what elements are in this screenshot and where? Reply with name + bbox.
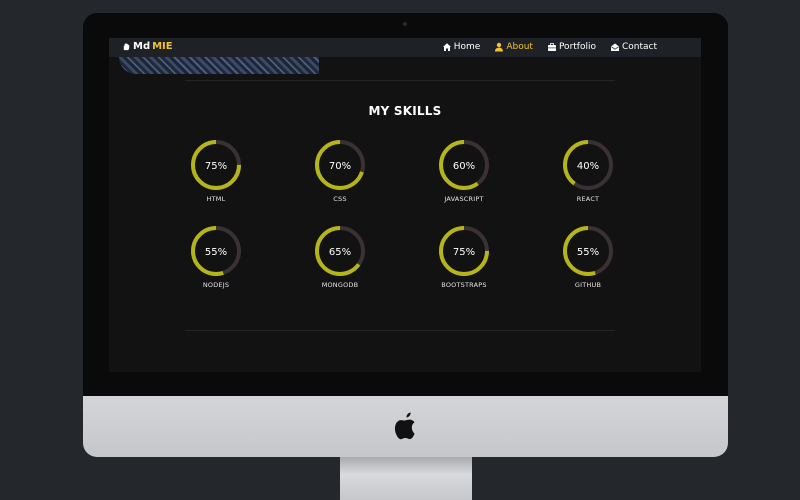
brand-accent: MIE: [152, 41, 173, 52]
skill-item: 55% GITHUB: [543, 224, 633, 289]
hand-icon: [123, 43, 130, 51]
nav-portfolio-label: Portfolio: [558, 42, 596, 52]
skill-name: MONGODB: [321, 281, 359, 289]
skill-percent: 40%: [577, 161, 599, 172]
skill-name: NODEJS: [202, 281, 230, 289]
camera-dot: [403, 22, 407, 26]
user-icon: [495, 42, 504, 52]
skill-percent: 65%: [329, 247, 351, 258]
imac-chin: [83, 396, 728, 457]
skill-name: JAVASCRIPT: [444, 195, 484, 203]
briefcase-icon: [547, 43, 556, 51]
skill-item: 70% CSS: [295, 138, 385, 203]
skill-name: HTML: [206, 195, 226, 203]
skill-ring: 55%: [191, 226, 241, 276]
envelope-icon: [610, 43, 619, 51]
skill-name: REACT: [576, 195, 600, 203]
apple-logo-icon: [394, 412, 415, 440]
skill-percent: 55%: [577, 247, 599, 258]
nav-about[interactable]: About: [494, 42, 533, 52]
nav-portfolio[interactable]: Portfolio: [547, 42, 596, 52]
imac-stand: [340, 457, 472, 500]
skill-percent: 70%: [329, 161, 351, 172]
skill-name: CSS: [333, 195, 347, 203]
nav-home-label: Home: [453, 42, 481, 52]
skill-ring: 70%: [315, 140, 365, 190]
skills-title: MY SKILLS: [368, 104, 442, 118]
top-divider: [185, 80, 615, 81]
skill-ring: 75%: [439, 226, 489, 276]
skill-item: 40% REACT: [543, 138, 633, 203]
skill-item: 65% MONGODB: [295, 224, 385, 289]
nav-contact[interactable]: Contact: [610, 42, 657, 52]
skill-name: GITHUB: [574, 281, 602, 289]
nav-home[interactable]: Home: [442, 42, 481, 52]
skill-item: 60% JAVASCRIPT: [419, 138, 509, 203]
skill-ring: 60%: [439, 140, 489, 190]
skill-item: 55% NODEJS: [171, 224, 261, 289]
hero-image-strip: [119, 57, 319, 74]
bottom-divider: [185, 330, 615, 331]
skill-ring: 55%: [563, 226, 613, 276]
skill-ring: 65%: [315, 226, 365, 276]
home-icon: [442, 43, 451, 51]
skill-name: BOOTSTRAPS: [441, 281, 487, 289]
skill-percent: 60%: [453, 161, 475, 172]
brand-logo[interactable]: Md MIE: [122, 41, 173, 52]
skill-ring: 75%: [191, 140, 241, 190]
skill-item: 75% BOOTSTRAPS: [419, 224, 509, 289]
nav-links: Home About Portfolio Contact: [442, 42, 657, 52]
navbar: Md MIE Home About Portfolio Contact: [109, 38, 701, 57]
skill-percent: 75%: [453, 247, 475, 258]
brand-prefix: Md: [133, 41, 151, 52]
skill-percent: 55%: [205, 247, 227, 258]
skill-item: 75% HTML: [171, 138, 261, 203]
nav-about-label: About: [506, 42, 533, 52]
nav-contact-label: Contact: [621, 42, 657, 52]
screen: Md MIE Home About Portfolio Contact MY S…: [109, 38, 701, 372]
skill-ring: 40%: [563, 140, 613, 190]
skill-percent: 75%: [205, 161, 227, 172]
imac-bezel: Md MIE Home About Portfolio Contact MY S…: [83, 13, 728, 403]
